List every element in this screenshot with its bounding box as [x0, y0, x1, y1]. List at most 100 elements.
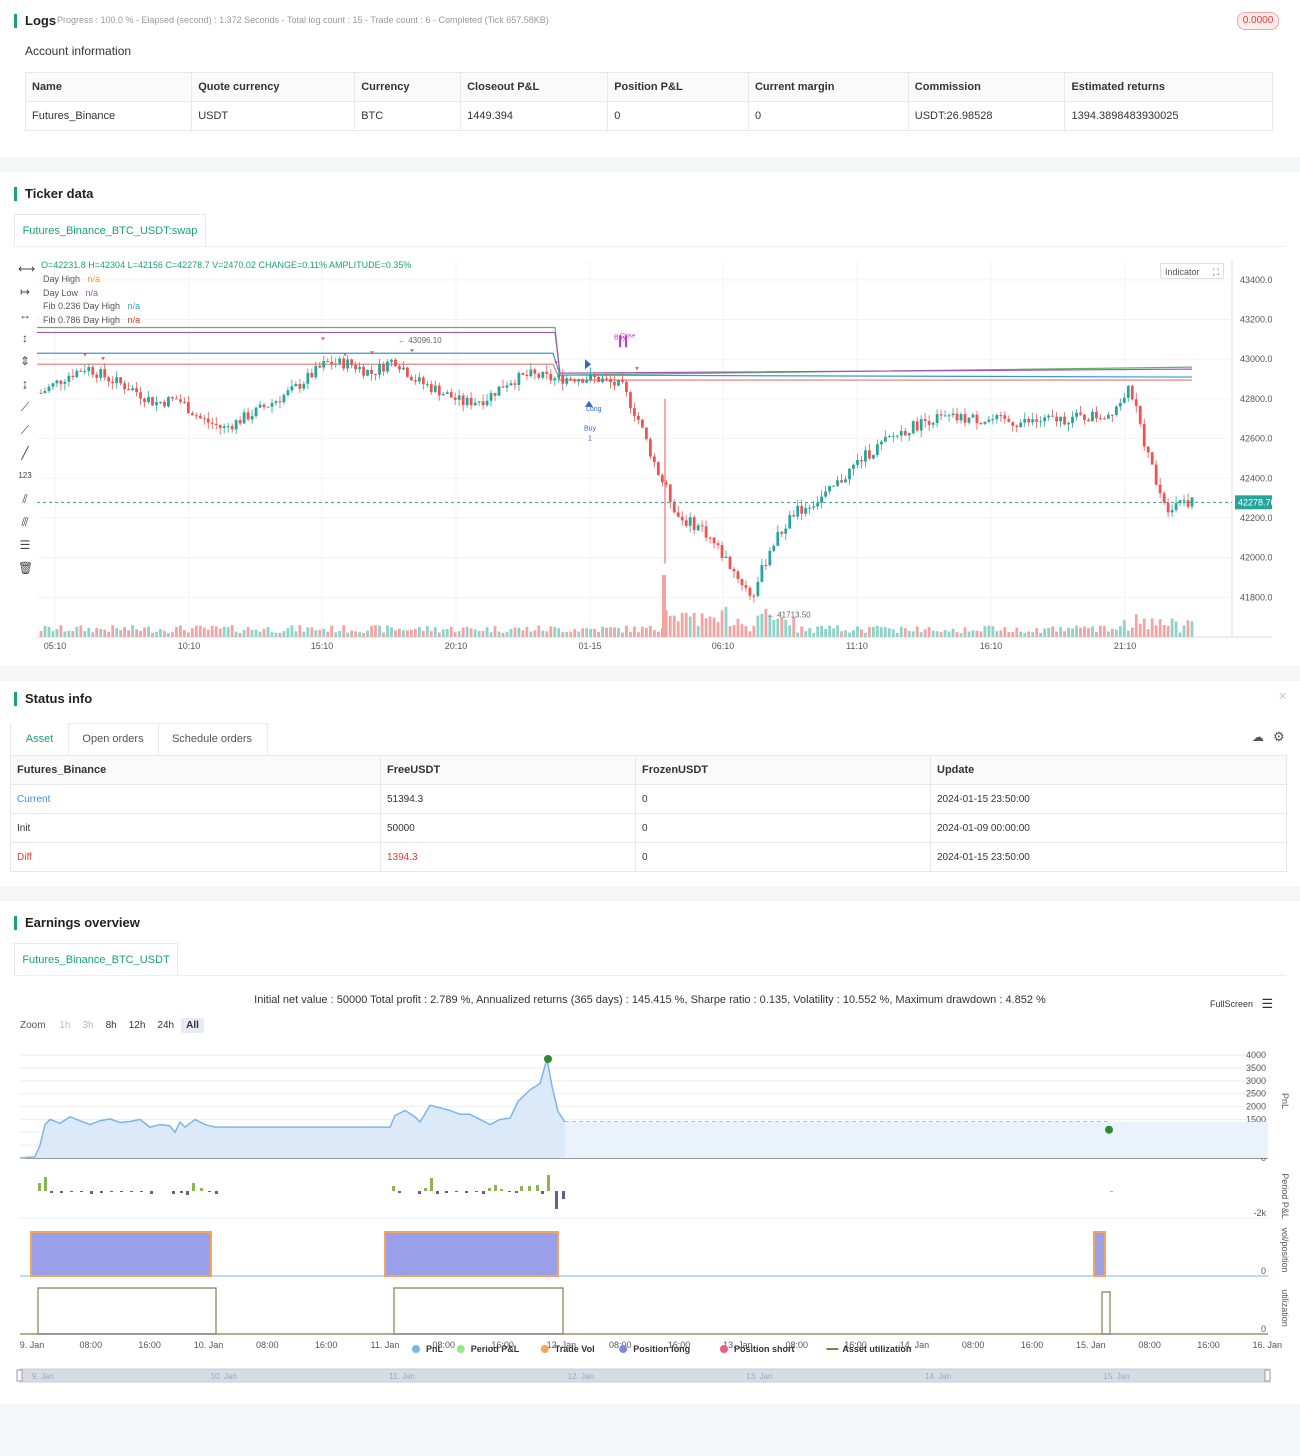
candle-body	[409, 376, 413, 381]
volume-bar	[43, 625, 47, 637]
volume-bar	[648, 625, 652, 637]
volume-bar	[780, 617, 784, 637]
volume-bar	[1035, 628, 1039, 637]
candle-body	[509, 383, 513, 386]
volume-bar	[171, 632, 174, 637]
zoom-All-button[interactable]: All	[181, 1018, 204, 1033]
earnings-tab[interactable]: Futures_Binance_BTC_USDT	[14, 943, 178, 976]
volume-bar	[828, 625, 831, 637]
period-pnl-bar	[215, 1191, 218, 1194]
candle-body	[959, 414, 963, 421]
tab-schedule-orders[interactable]: Schedule orders	[158, 723, 266, 755]
candlestick-chart[interactable]: 43400.00 43200.00 43000.00 42800.00 42600.00…	[0, 252, 1272, 652]
tab-open-orders[interactable]: Open orders	[68, 723, 159, 755]
close-icon[interactable]: ✕	[1278, 690, 1287, 703]
volume-bar	[792, 617, 796, 637]
zoom-3h-button[interactable]: 3h	[77, 1018, 98, 1033]
candle-body	[294, 383, 298, 387]
earnings-chart[interactable]: 40003500300025002000150010005000PnL-2kPe…	[0, 1036, 1300, 1456]
volume-bar	[915, 626, 919, 637]
volume-bar	[800, 626, 804, 637]
fullscreen-button[interactable]: FullScreen ☰	[1210, 995, 1273, 1011]
cloud-download-icon[interactable]: ☁	[1252, 730, 1264, 744]
candle-body	[561, 374, 565, 384]
volume-bar	[222, 626, 226, 637]
candle-body	[214, 423, 218, 426]
candle-body	[358, 366, 362, 370]
tab-asset[interactable]: Asset	[11, 723, 69, 755]
volume-bar	[680, 612, 684, 637]
candle-body	[111, 381, 115, 384]
candle-body	[609, 378, 612, 383]
candle-body	[127, 389, 131, 391]
volume-bar	[453, 632, 457, 637]
legend-item-label: PnL	[426, 1344, 444, 1354]
candle-body	[752, 595, 756, 597]
utilization-line	[20, 1287, 1268, 1335]
volume-bar	[939, 632, 943, 637]
candle-body	[338, 358, 342, 364]
volume-bar	[784, 619, 788, 637]
volume-bar	[987, 625, 991, 637]
volume-bar	[386, 625, 389, 637]
candle-body	[943, 415, 947, 417]
candle-body	[95, 374, 99, 378]
gear-icon[interactable]: ⚙	[1273, 729, 1285, 745]
navigator-tick-label: 15. Jan	[1103, 1372, 1129, 1381]
period-pnl-bar	[180, 1191, 183, 1193]
account-header-row-cell: Closeout P&L	[460, 72, 609, 102]
candle-body	[919, 419, 923, 431]
candle-body	[1091, 411, 1094, 422]
candle-body	[963, 414, 967, 423]
volume-bar	[1142, 618, 1146, 637]
x-tick-label: 9. Jan	[20, 1340, 45, 1350]
candle-body	[565, 378, 569, 384]
volume-bar	[513, 627, 517, 637]
volume-bar	[366, 630, 369, 637]
zoom-1h-button[interactable]: 1h	[54, 1018, 75, 1033]
volume-bar	[314, 630, 318, 637]
volume-bar	[879, 627, 883, 637]
volume-bar	[123, 627, 127, 637]
volume-bar	[561, 632, 565, 637]
legend-item-label: Period P&L	[471, 1344, 520, 1354]
account-row-cell: 1449.394	[460, 101, 609, 131]
period-pnl-bar	[70, 1191, 73, 1192]
period-pnl-bar	[208, 1191, 211, 1192]
period-pnl-bar	[38, 1183, 41, 1191]
ticker-tab[interactable]: Futures_Binance_BTC_USDT:swap	[14, 214, 206, 247]
candle-body	[1015, 425, 1019, 427]
volume-bar	[398, 628, 401, 637]
navigator-tick-label: 14. Jan	[925, 1372, 951, 1381]
candle-body	[1186, 500, 1190, 507]
candle-body	[151, 397, 154, 406]
volume-bar	[1015, 627, 1019, 637]
pnl-tick-label: 4000	[1246, 1050, 1266, 1060]
legend-item-label: Position short	[734, 1344, 795, 1354]
volume-bar	[549, 626, 553, 637]
candle-body	[927, 421, 931, 425]
candle-body	[362, 366, 365, 376]
candle-body	[812, 506, 816, 508]
zoom-bar: Zoom 1h 3h 8h 12h 24h All	[20, 1018, 206, 1033]
indicator-button[interactable]: Indicator ⛶	[1160, 263, 1224, 279]
volume-bar	[278, 632, 282, 637]
period-pnl-bar	[528, 1186, 531, 1191]
fib-236-line	[37, 352, 1193, 378]
navigator-tick-label: 13. Jan	[746, 1372, 772, 1381]
candle-body	[573, 379, 577, 382]
candle-body	[1059, 416, 1062, 422]
zoom-24h-button[interactable]: 24h	[152, 1018, 179, 1033]
period-pnl-bar	[500, 1189, 503, 1191]
position-axis-label: vol/position	[1280, 1227, 1290, 1272]
zoom-12h-button[interactable]: 12h	[124, 1018, 151, 1033]
volume-bar	[640, 626, 644, 637]
volume-bar	[557, 628, 561, 637]
volume-bar	[83, 631, 87, 637]
candle-body	[59, 380, 63, 384]
candle-body	[91, 367, 95, 375]
zoom-8h-button[interactable]: 8h	[101, 1018, 122, 1033]
candle-body	[1079, 412, 1082, 415]
volume-bar	[525, 626, 529, 637]
time-tick-label: 21:10	[1114, 641, 1137, 651]
